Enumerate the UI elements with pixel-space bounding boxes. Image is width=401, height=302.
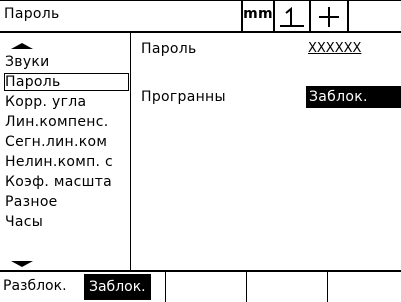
header-divider [273, 0, 275, 32]
header-divider [241, 0, 243, 32]
header-divider [347, 0, 349, 32]
menu-item-misc[interactable]: Разное [5, 193, 129, 211]
menu-item-clock[interactable]: Часы [5, 213, 129, 231]
password-field[interactable]: XXXXXX [308, 40, 361, 58]
menu-item-scale-factor[interactable]: Коэф. масшта [5, 173, 129, 191]
menu-item-segmented-compensation[interactable]: Сегн.лин.ком [5, 133, 129, 151]
unit-toggle-button[interactable]: mm [243, 5, 273, 23]
header-top-border [0, 0, 401, 1]
menu-item-sounds[interactable]: Звуки [5, 53, 129, 71]
menu-item-password[interactable]: Пароль [4, 73, 129, 91]
menu-item-angle-correction[interactable]: Корр. угла [5, 93, 129, 111]
softkey-empty-2[interactable] [166, 271, 246, 302]
header-divider [309, 0, 311, 32]
menu-item-linear-compensation[interactable]: Лин.компенс. [5, 113, 129, 131]
menu-item-nonlinear-compensation[interactable]: Нелин.комп. с [5, 153, 129, 171]
softkey-empty-3[interactable] [247, 271, 327, 302]
programs-label: Програнны [141, 89, 226, 105]
page-title: Пароль [4, 6, 60, 22]
crosshair-icon[interactable] [311, 4, 347, 30]
header-bottom-border [0, 31, 401, 33]
menu-divider [130, 32, 131, 270]
softkey-locked-button[interactable]: Заблок. [84, 274, 151, 300]
datum-one-icon[interactable] [275, 4, 309, 30]
softkey-empty-4[interactable] [328, 271, 401, 302]
password-label: Пароль [141, 41, 197, 57]
programs-lock-value[interactable]: Заблок. [306, 86, 401, 108]
softkey-unlock-label[interactable]: Разблок. [3, 271, 67, 302]
scroll-up-arrow-icon[interactable] [10, 36, 34, 49]
scroll-down-arrow-icon[interactable] [10, 254, 34, 267]
